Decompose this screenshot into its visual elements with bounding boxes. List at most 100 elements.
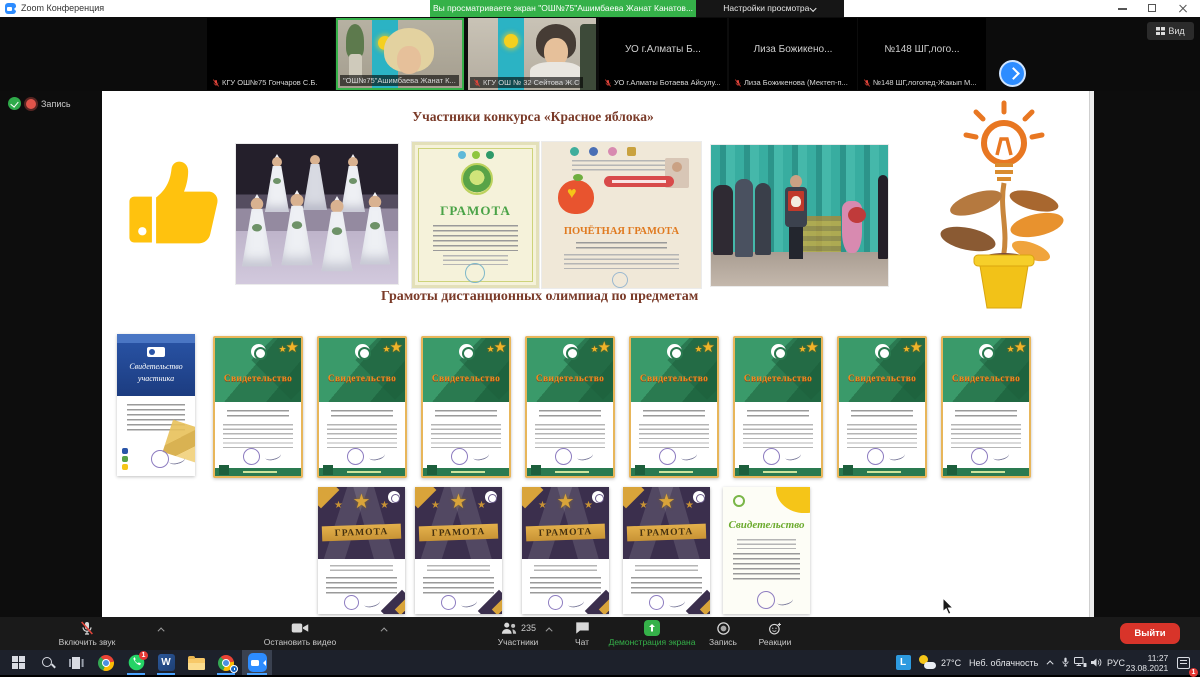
tile-name: КГУ ОШ № 32 Сейтова Ж.С: [483, 78, 580, 87]
snail-logo: [251, 344, 266, 359]
green-certificate: ★★ Свидетельство: [629, 336, 719, 478]
chevron-down-icon: [809, 5, 816, 12]
video-tile[interactable]: №148 ШГ,лого... №148 ШГ,логопед-Жакып М.…: [858, 18, 986, 90]
slide-subtitle: Грамоты дистанционных олимпиад по предме…: [381, 289, 781, 305]
tile-display-name: Лиза Божикено...: [729, 44, 857, 55]
video-tile[interactable]: КГУ ОШ № 32 Сейтова Ж.С: [468, 18, 596, 90]
snail-logo: [459, 344, 474, 359]
tile-name: Лиза Божикенова (Мектеп-п...: [744, 78, 848, 87]
tray-network-icon[interactable]: [1072, 650, 1088, 675]
leave-meeting-button[interactable]: Выйти: [1120, 623, 1180, 644]
snail-logo: [693, 491, 705, 503]
record-icon: [716, 621, 731, 636]
zoom-taskbar-icon[interactable]: [242, 650, 272, 675]
muted-mic-icon: [863, 79, 871, 87]
snail-logo: [563, 344, 578, 359]
notification-icon: [1177, 657, 1190, 669]
snail-logo: [485, 491, 497, 503]
white-certificate: Свидетельство: [723, 487, 810, 614]
muted-mic-icon: [212, 79, 220, 87]
windows-taskbar: 1 W L 27°C Неб. облачность РУС 11:2723.0…: [0, 650, 1200, 675]
green-certificate: ★★ Свидетельство: [213, 336, 303, 478]
task-view-button[interactable]: [62, 650, 90, 675]
task-view-icon: [69, 657, 84, 669]
muted-mic-icon: [734, 79, 742, 87]
share-screen-button[interactable]: Демонстрация экрана: [596, 620, 708, 647]
explorer-taskbar-icon[interactable]: [182, 650, 210, 675]
star-icon: ★★: [598, 338, 611, 356]
globe-emblem: [461, 163, 493, 195]
close-button[interactable]: [1168, 0, 1198, 17]
next-participants-button[interactable]: [999, 60, 1026, 87]
video-options-chevron[interactable]: [381, 627, 388, 634]
video-tile-active-speaker[interactable]: "ОШ№75"Ашимбаева Жанат К...: [336, 18, 464, 90]
stop-video-button[interactable]: Остановить видео: [230, 620, 370, 647]
start-button[interactable]: [4, 650, 32, 675]
thumbs-up-icon: [124, 155, 224, 255]
green-certificate: ★★ Свидетельство: [733, 336, 823, 478]
tray-mic-icon[interactable]: [1058, 650, 1072, 675]
star-icon: ★★: [390, 338, 403, 356]
photo-award-ceremony: [711, 145, 888, 286]
snail-logo: [771, 344, 786, 359]
certificate-title: Свидетельство: [423, 374, 509, 384]
view-button[interactable]: Вид: [1147, 22, 1194, 40]
snail-logo: [733, 495, 745, 507]
tile-name: №148 ШГ,логопед-Жакып М...: [873, 78, 977, 87]
tray-l-app[interactable]: L: [892, 650, 914, 675]
video-tile[interactable]: УО г.Алматы Б... УО г.Алматы Ботаева Айс…: [599, 18, 727, 90]
slide-title: Участники конкурса «Красное яблока»: [408, 109, 658, 125]
weather-temp[interactable]: 27°C: [941, 650, 961, 675]
weather-desc[interactable]: Неб. облачность: [969, 650, 1038, 675]
action-center-button[interactable]: 1: [1172, 650, 1194, 675]
weather-icon[interactable]: [917, 650, 937, 675]
certificate-title: ГРАМОТА: [415, 203, 536, 219]
green-certificate: ★★ Свидетельство: [317, 336, 407, 478]
chrome-taskbar-icon[interactable]: [92, 650, 120, 675]
word-icon: W: [158, 654, 175, 671]
certificate-title: Свидетельство: [723, 519, 810, 531]
cloud-icon: [924, 662, 936, 669]
participants-button[interactable]: 235 Участники: [483, 620, 553, 647]
slide-scrollbar[interactable]: [1089, 91, 1094, 617]
mouse-cursor: [942, 597, 955, 616]
tray-clock[interactable]: 11:2723.08.2021: [1126, 650, 1168, 675]
certificate-title: Свидетельство: [527, 374, 613, 384]
certificate-title: ПОЧЁТНАЯ ГРАМОТА: [542, 226, 701, 237]
presentation-slide: Участники конкурса «Красное яблока» Грам…: [102, 91, 1094, 617]
green-certificate: ★★ Свидетельство: [525, 336, 615, 478]
certificate-title: Свидетельство: [631, 374, 717, 384]
participants-count: 235: [521, 623, 536, 633]
chrome2-taskbar-icon[interactable]: [212, 650, 240, 675]
whatsapp-taskbar-icon[interactable]: 1: [122, 650, 150, 675]
star-icon: ★★: [806, 338, 819, 356]
tile-name: УО г.Алматы Ботаева Айсулу...: [614, 78, 721, 87]
minimize-button[interactable]: [1108, 0, 1138, 17]
snail-logo: [592, 491, 604, 503]
certificate-title: ГРАМОТА: [640, 527, 694, 539]
video-tile[interactable]: Лиза Божикено... Лиза Божикенова (Мектеп…: [729, 18, 857, 90]
tray-volume-icon[interactable]: [1088, 650, 1104, 675]
unmute-button[interactable]: Включить звук: [22, 620, 152, 647]
chrome-icon: [98, 655, 114, 671]
video-tile[interactable]: КГУ ОШ№75 Гончаров С.Б.: [207, 18, 335, 90]
zoom-icon: [248, 653, 267, 672]
tray-language[interactable]: РУС: [1104, 650, 1128, 675]
tile-name: "ОШ№75"Ашимбаева Жанат К...: [343, 76, 456, 85]
chat-icon: [575, 621, 590, 635]
mic-options-chevron[interactable]: [158, 627, 165, 634]
snail-graphic: [776, 487, 810, 513]
view-settings-button[interactable]: Настройки просмотра: [696, 0, 844, 17]
maximize-button[interactable]: [1138, 0, 1168, 17]
zoom-app-icon: [5, 3, 16, 14]
green-certificate: ★★ Свидетельство: [837, 336, 927, 478]
star-icon: ★★: [910, 338, 923, 356]
search-button[interactable]: [34, 650, 62, 675]
reactions-button[interactable]: Реакции: [748, 620, 802, 647]
tray-expand-chevron[interactable]: [1044, 650, 1058, 675]
record-button[interactable]: Запись: [700, 620, 746, 647]
recording-dot-icon: [26, 99, 36, 109]
photo-children-dance-group: [236, 144, 398, 284]
participants-video-strip: КГУ ОШ№75 Гончаров С.Б. "ОШ№75"Ашимбаева…: [0, 17, 1200, 91]
word-taskbar-icon[interactable]: W: [152, 650, 180, 675]
